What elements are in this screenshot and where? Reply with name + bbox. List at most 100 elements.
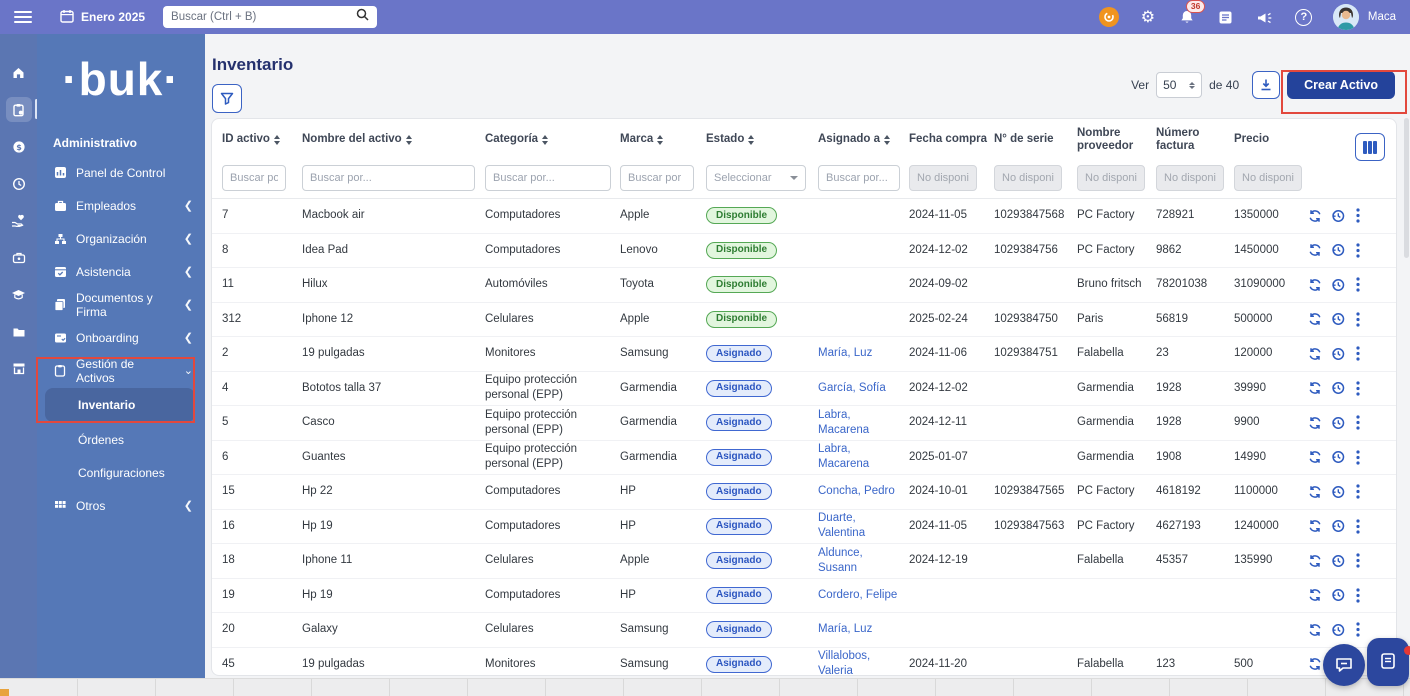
user-avatar[interactable] <box>1332 4 1359 30</box>
table-row[interactable]: 18 Iphone 11 Celulares Apple Asignado Al… <box>212 544 1396 579</box>
news-list-icon[interactable] <box>1216 7 1236 27</box>
announcements-megaphone-icon[interactable] <box>1255 7 1275 27</box>
remuneration-module-icon[interactable]: $ <box>6 134 32 159</box>
integrations-icon[interactable] <box>1098 7 1119 27</box>
kebab-menu-icon[interactable] <box>1354 450 1362 465</box>
column-header-id[interactable]: ID activo <box>222 133 302 146</box>
sidebar-subitem-configuraciones[interactable]: Configuraciones <box>37 456 205 489</box>
refresh-icon[interactable] <box>1308 208 1322 223</box>
kebab-menu-icon[interactable] <box>1354 312 1362 327</box>
kebab-menu-icon[interactable] <box>1354 415 1362 430</box>
chat-widget-button[interactable] <box>1323 644 1365 686</box>
history-icon[interactable] <box>1331 588 1345 603</box>
assigned-link[interactable]: Aldunce, Susann <box>818 547 863 574</box>
kebab-menu-icon[interactable] <box>1354 588 1362 603</box>
home-icon[interactable] <box>6 60 32 85</box>
column-picker-button[interactable] <box>1355 133 1385 161</box>
history-icon[interactable] <box>1331 553 1345 568</box>
table-row[interactable]: 8 Idea Pad Computadores Lenovo Disponibl… <box>212 234 1396 268</box>
sidebar-item-asistencia[interactable]: Asistencia ❮ <box>37 255 205 288</box>
per-page-select[interactable]: 50 <box>1156 72 1203 98</box>
column-header-status[interactable]: Estado <box>706 133 818 146</box>
history-icon[interactable] <box>1331 450 1345 465</box>
sidebar-subitem-ordenes[interactable]: Órdenes <box>37 423 205 456</box>
asset-management-module-icon[interactable] <box>5 97 38 122</box>
help-widget-button[interactable] <box>1367 638 1409 686</box>
assigned-link[interactable]: García, Sofía <box>818 382 886 394</box>
assigned-link[interactable]: María, Luz <box>818 623 872 635</box>
refresh-icon[interactable] <box>1308 381 1322 396</box>
refresh-icon[interactable] <box>1308 484 1322 499</box>
filter-status-select[interactable]: Seleccionar <box>706 164 806 191</box>
kebab-menu-icon[interactable] <box>1354 381 1362 396</box>
sidebar-subitem-inventario[interactable]: Inventario <box>45 388 195 422</box>
table-row[interactable]: 16 Hp 19 Computadores HP Asignado Duarte… <box>212 510 1396 544</box>
refresh-icon[interactable] <box>1308 450 1322 465</box>
notifications-bell-icon[interactable]: 36 <box>1177 0 1206 27</box>
history-icon[interactable] <box>1331 243 1345 258</box>
refresh-icon[interactable] <box>1308 553 1322 568</box>
download-button[interactable] <box>1252 71 1281 99</box>
table-row[interactable]: 2 19 pulgadas Monitores Samsung Asignado… <box>212 337 1396 372</box>
sidebar-item-panel-de-control[interactable]: Panel de Control <box>37 156 205 189</box>
assigned-link[interactable]: Concha, Pedro <box>818 485 895 497</box>
refresh-icon[interactable] <box>1308 346 1322 361</box>
filter-name-input[interactable] <box>302 164 475 191</box>
column-header-assigned[interactable]: Asignado a <box>818 133 909 146</box>
table-row[interactable]: 5 Casco Equipo protección personal (EPP)… <box>212 406 1396 441</box>
table-row[interactable]: 20 Galaxy Celulares Samsung Asignado Mar… <box>212 613 1396 648</box>
kebab-menu-icon[interactable] <box>1354 277 1362 292</box>
assigned-link[interactable]: María, Luz <box>818 347 872 359</box>
table-row[interactable]: 19 Hp 19 Computadores HP Asignado Corder… <box>212 579 1396 613</box>
sidebar-item-onboarding[interactable]: Onboarding ❮ <box>37 321 205 354</box>
education-module-icon[interactable] <box>6 282 32 307</box>
sidebar-item-empleados[interactable]: Empleados ❮ <box>37 189 205 222</box>
history-icon[interactable] <box>1331 277 1345 292</box>
table-row[interactable]: 312 Iphone 12 Celulares Apple Disponible… <box>212 303 1396 337</box>
assigned-link[interactable]: Duarte, Valentina <box>818 512 865 539</box>
kebab-menu-icon[interactable] <box>1354 346 1362 361</box>
history-icon[interactable] <box>1331 484 1345 499</box>
global-search[interactable] <box>163 6 378 28</box>
search-input[interactable] <box>171 11 357 23</box>
table-row[interactable]: 4 Bototos talla 37 Equipo protección per… <box>212 372 1396 406</box>
filter-assigned-input[interactable] <box>818 164 900 191</box>
history-icon[interactable] <box>1331 381 1345 396</box>
history-icon[interactable] <box>1331 622 1345 637</box>
refresh-icon[interactable] <box>1308 415 1322 430</box>
assigned-link[interactable]: Labra, Macarena <box>818 409 869 436</box>
help-icon[interactable]: ? <box>1294 7 1314 27</box>
history-icon[interactable] <box>1331 519 1345 534</box>
refresh-icon[interactable] <box>1308 588 1322 603</box>
kebab-menu-icon[interactable] <box>1354 622 1362 637</box>
sidebar-item-otros[interactable]: Otros ❮ <box>37 489 205 522</box>
benefits-module-icon[interactable] <box>6 208 32 233</box>
documents-module-icon[interactable] <box>6 319 32 344</box>
refresh-icon[interactable] <box>1308 622 1322 637</box>
sidebar-item-documentos-y-firma[interactable]: Documentos y Firma ❮ <box>37 288 205 321</box>
column-header-name[interactable]: Nombre del activo <box>302 133 485 146</box>
time-module-icon[interactable] <box>6 171 32 196</box>
create-asset-button[interactable]: Crear Activo <box>1287 71 1395 99</box>
kebab-menu-icon[interactable] <box>1354 553 1362 568</box>
filter-button[interactable] <box>212 84 242 113</box>
talent-module-icon[interactable] <box>6 245 32 270</box>
kebab-menu-icon[interactable] <box>1354 208 1362 223</box>
refresh-icon[interactable] <box>1308 277 1322 292</box>
table-row[interactable]: 15 Hp 22 Computadores HP Asignado Concha… <box>212 475 1396 510</box>
filter-category-input[interactable] <box>485 164 611 191</box>
settings-gear-icon[interactable]: ⚙ <box>1138 7 1158 27</box>
refresh-icon[interactable] <box>1308 657 1322 672</box>
filter-id-input[interactable] <box>222 164 286 191</box>
history-icon[interactable] <box>1331 346 1345 361</box>
history-icon[interactable] <box>1331 415 1345 430</box>
kebab-menu-icon[interactable] <box>1354 519 1362 534</box>
history-icon[interactable] <box>1331 312 1345 327</box>
kebab-menu-icon[interactable] <box>1354 243 1362 258</box>
hamburger-menu-icon[interactable] <box>14 11 32 23</box>
assigned-link[interactable]: Villalobos, Valeria <box>818 650 870 675</box>
sidebar-item-gestion-de-activos[interactable]: Gestión de Activos ⌄ <box>37 354 205 387</box>
filter-brand-input[interactable] <box>620 164 694 191</box>
refresh-icon[interactable] <box>1308 243 1322 258</box>
table-row[interactable]: 11 Hilux Automóviles Toyota Disponible 2… <box>212 268 1396 303</box>
